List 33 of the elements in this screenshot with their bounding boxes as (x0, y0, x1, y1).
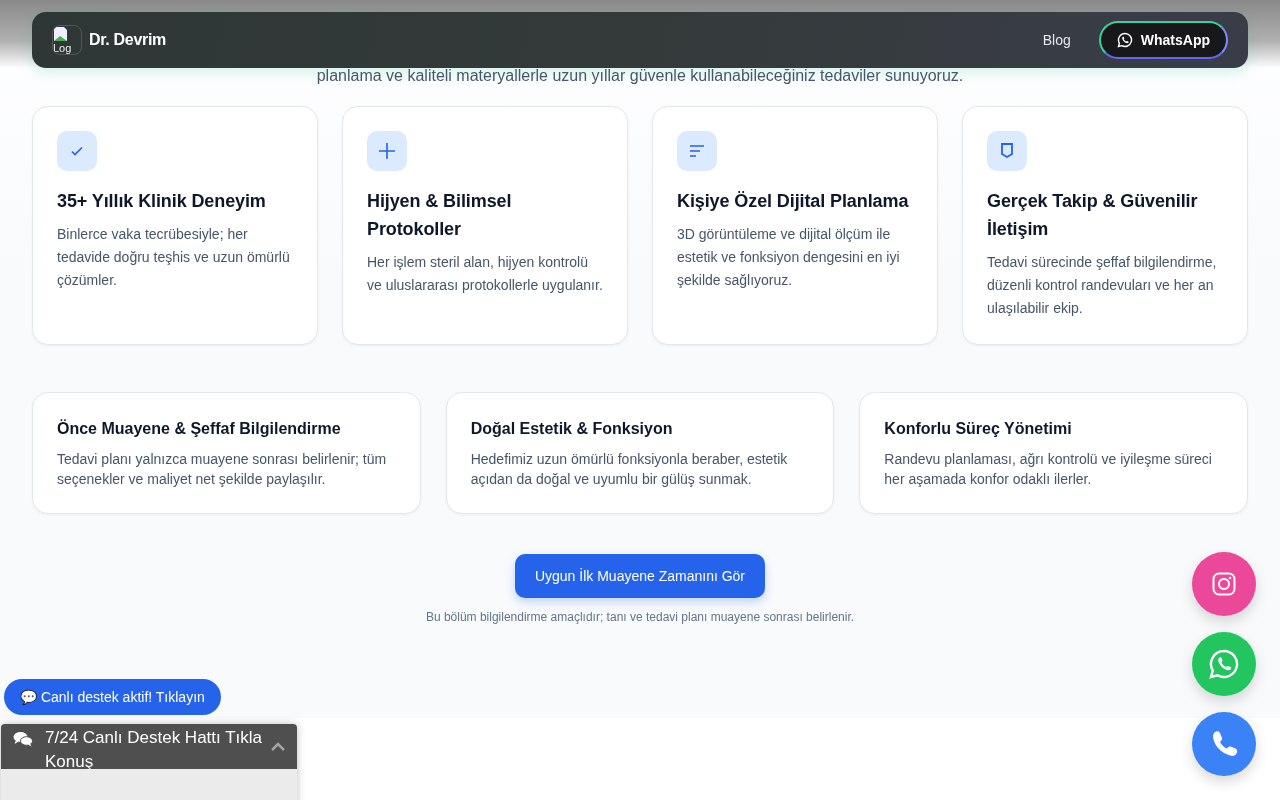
live-chat-button[interactable]: 💬 Canlı destek aktif! Tıklayın (4, 679, 221, 715)
phone-button[interactable] (1192, 712, 1256, 776)
disclaimer-text: Bu bölüm bilgilendirme amaçlıdır; tanı ve tedavi planı muayene sonrası belirlenir. (425, 610, 855, 624)
brand-name: Dr. Devrim (89, 31, 167, 49)
section-subtitle: planlama ve kaliteli materyallerle uzun yıllar güvenle kullanabileceğiniz tedaviler sunuyoruz. (315, 66, 965, 86)
card-text: Binlerce vaka tecrübesiyle; her tedavide doğru teşhis ve uzun ömürlü çözümler. (57, 225, 291, 290)
card-text: Hedefimiz uzun ömürlü fonksiyonla beraber, estetik açıdan da doğal ve uyumlu bir gülüş sunmak. (470, 450, 789, 489)
whatsapp-button[interactable]: WhatsApp (1098, 21, 1228, 59)
shield-icon (1000, 143, 1014, 159)
chat-header[interactable]: 7/24 Canlı Destek Hattı Tıkla Konuş (1, 724, 297, 769)
plus-icon (378, 142, 396, 160)
card-title: 35+ Yıllık Klinik Deneyim (57, 190, 267, 213)
card-text: Randevu planlaması, ağrı kontrolü ve iyileşme süreci her aşamada konfor odaklı ilerler. (884, 450, 1213, 489)
card-title: Gerçek Takip & Güvenilir İletişim (987, 190, 1199, 241)
nav-link[interactable]: Blog (1042, 32, 1071, 48)
card-text: Tedavi sürecinde şeffaf bilgilendirme, düzenli kontrol randevuları ve her an ulaşılabilir ekip. (987, 253, 1218, 318)
broken-logo-image: Log (52, 25, 82, 55)
card-title: Hijyen & Bilimsel Protokoller (367, 190, 513, 241)
lines-icon (689, 144, 705, 158)
check-icon (70, 144, 84, 158)
instagram-icon (1212, 572, 1236, 596)
card-title: Konforlu Süreç Yönetimi (884, 419, 1073, 439)
card-title: Önce Muayene & Şeffaf Bilgilendirme (57, 418, 342, 439)
card-text: 3D görüntüleme ve dijital ölçüm ile estetik ve fonksiyon dengesini en iyi şekilde sağlıyoruz. (677, 225, 901, 290)
chat-bubbles-icon (13, 731, 33, 747)
whatsapp-icon (1208, 648, 1240, 680)
appointment-button[interactable]: Uygun İlk Muayene Zamanını Gör (514, 554, 766, 598)
card-text: Tedavi planı yalnızca muayene sonrası belirlenir; tüm seçenekler ve maliyet net şekilde paylaşılır. (57, 450, 388, 489)
whatsapp-icon (1116, 32, 1133, 48)
card-title: Kişiye Özel Dijital Planlama (677, 190, 910, 213)
card-text: Her işlem steril alan, hijyen kontrolü ve uluslararası protokollerle uygulanır. (367, 253, 603, 295)
chevron-up-icon[interactable] (271, 742, 285, 751)
card-title: Doğal Estetik & Fonksiyon (470, 419, 674, 439)
